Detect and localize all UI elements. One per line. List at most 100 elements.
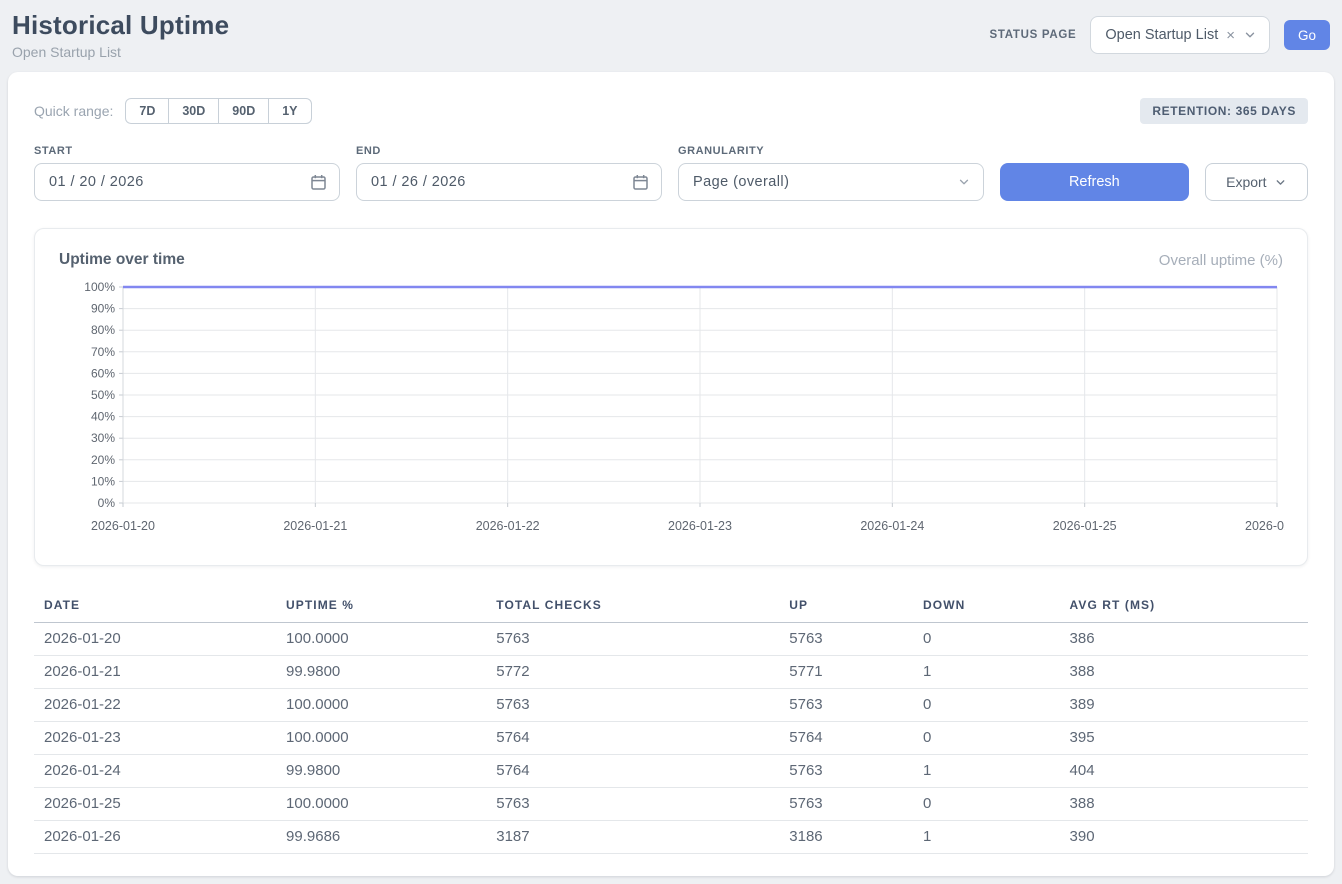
table-row: 2026-01-2499.9800576457631404 (34, 755, 1308, 788)
table-cell: 0 (913, 722, 1060, 755)
end-date-input[interactable]: 01 / 26 / 2026 (356, 163, 662, 201)
table-row: 2026-01-2699.9686318731861390 (34, 821, 1308, 854)
table-cell: 2026-01-25 (34, 788, 276, 821)
header-controls: STATUS PAGE Open Startup List × Go (990, 16, 1330, 54)
quick-range-group: Quick range: 7D 30D 90D 1Y (34, 98, 312, 124)
table-cell: 5763 (779, 788, 913, 821)
start-label: START (34, 145, 340, 157)
col-header-total-checks: TOTAL CHECKS (486, 590, 779, 623)
page-subtitle: Open Startup List (12, 44, 229, 60)
quick-range-row: Quick range: 7D 30D 90D 1Y RETENTION: 36… (34, 98, 1308, 124)
table-row: 2026-01-20100.0000576357630386 (34, 623, 1308, 656)
chevron-down-icon (1274, 176, 1287, 189)
y-tick-label: 80% (91, 323, 115, 337)
x-tick-label: 2026-01-23 (668, 519, 732, 533)
quick-range-7d-button[interactable]: 7D (125, 98, 169, 124)
y-tick-label: 20% (91, 453, 115, 467)
table-cell: 2026-01-23 (34, 722, 276, 755)
uptime-chart-card: Uptime over time Overall uptime (%) 0%10… (34, 228, 1308, 566)
x-tick-label: 2026-01-24 (860, 519, 924, 533)
y-tick-label: 30% (91, 431, 115, 445)
table-cell: 100.0000 (276, 689, 486, 722)
export-label: Export (1226, 174, 1266, 190)
page-title: Historical Uptime (12, 10, 229, 41)
clear-selection-icon[interactable]: × (1226, 28, 1235, 43)
table-row: 2026-01-25100.0000576357630388 (34, 788, 1308, 821)
y-tick-label: 40% (91, 410, 115, 424)
status-page-selected-value: Open Startup List (1105, 27, 1218, 43)
table-cell: 1 (913, 755, 1060, 788)
refresh-button[interactable]: Refresh (1000, 163, 1189, 201)
uptime-line-chart: 0%10%20%30%40%50%60%70%80%90%100%2026-01… (59, 277, 1285, 541)
y-tick-label: 60% (91, 366, 115, 380)
page-header: Historical Uptime Open Startup List STAT… (0, 0, 1342, 72)
start-date-field: START 01 / 20 / 2026 (34, 145, 340, 201)
x-tick-label: 2026-01-26 (1245, 519, 1285, 533)
granularity-select[interactable]: Page (overall) (678, 163, 984, 201)
chart-legend: Overall uptime (%) (1159, 252, 1283, 269)
table-cell: 5763 (486, 689, 779, 722)
quick-range-1y-button[interactable]: 1Y (268, 98, 311, 124)
chevron-down-icon (1243, 28, 1257, 42)
table-cell: 0 (913, 689, 1060, 722)
table-cell: 2026-01-22 (34, 689, 276, 722)
table-cell: 5763 (779, 623, 913, 656)
table-cell: 389 (1060, 689, 1308, 722)
table-cell: 99.9800 (276, 755, 486, 788)
x-tick-label: 2026-01-22 (476, 519, 540, 533)
table-cell: 5772 (486, 656, 779, 689)
table-cell: 100.0000 (276, 623, 486, 656)
y-tick-label: 100% (84, 280, 115, 294)
calendar-icon[interactable] (632, 174, 649, 191)
table-cell: 5771 (779, 656, 913, 689)
y-tick-label: 90% (91, 302, 115, 316)
end-date-field: END 01 / 26 / 2026 (356, 145, 662, 201)
col-header-uptime: UPTIME % (276, 590, 486, 623)
x-tick-label: 2026-01-21 (283, 519, 347, 533)
start-date-input[interactable]: 01 / 20 / 2026 (34, 163, 340, 201)
table-cell: 388 (1060, 656, 1308, 689)
export-button[interactable]: Export (1205, 163, 1308, 201)
table-cell: 5764 (779, 722, 913, 755)
historical-uptime-page: Historical Uptime Open Startup List STAT… (0, 0, 1342, 884)
table-body: 2026-01-20100.00005763576303862026-01-21… (34, 623, 1308, 854)
end-label: END (356, 145, 662, 157)
go-button[interactable]: Go (1284, 20, 1330, 50)
quick-range-buttons: 7D 30D 90D 1Y (125, 98, 311, 124)
table-cell: 395 (1060, 722, 1308, 755)
quick-range-90d-button[interactable]: 90D (218, 98, 269, 124)
table-cell: 1 (913, 821, 1060, 854)
start-date-value: 01 / 20 / 2026 (49, 174, 310, 190)
table-cell: 2026-01-24 (34, 755, 276, 788)
chart-body: 0%10%20%30%40%50%60%70%80%90%100%2026-01… (59, 277, 1283, 546)
y-tick-label: 70% (91, 345, 115, 359)
table-cell: 390 (1060, 821, 1308, 854)
calendar-icon[interactable] (310, 174, 327, 191)
quick-range-label: Quick range: (34, 103, 113, 119)
table-cell: 3187 (486, 821, 779, 854)
retention-badge: RETENTION: 365 DAYS (1140, 98, 1308, 124)
chevron-down-icon (957, 175, 971, 189)
col-header-date: DATE (34, 590, 276, 623)
granularity-selected-value: Page (overall) (693, 174, 957, 190)
table-cell: 5763 (779, 689, 913, 722)
main-card: Quick range: 7D 30D 90D 1Y RETENTION: 36… (8, 72, 1334, 876)
y-tick-label: 10% (91, 474, 115, 488)
granularity-field: GRANULARITY Page (overall) (678, 145, 984, 201)
x-tick-label: 2026-01-20 (91, 519, 155, 533)
header-titles: Historical Uptime Open Startup List (12, 10, 229, 60)
table-cell: 100.0000 (276, 722, 486, 755)
table-cell: 3186 (779, 821, 913, 854)
table-cell: 99.9800 (276, 656, 486, 689)
table-cell: 5764 (486, 755, 779, 788)
y-tick-label: 0% (98, 496, 116, 510)
uptime-table: DATE UPTIME % TOTAL CHECKS UP DOWN AVG R… (34, 590, 1308, 854)
table-cell: 5764 (486, 722, 779, 755)
status-page-select[interactable]: Open Startup List × (1090, 16, 1270, 54)
status-page-label: STATUS PAGE (990, 29, 1077, 41)
quick-range-30d-button[interactable]: 30D (168, 98, 219, 124)
end-date-value: 01 / 26 / 2026 (371, 174, 632, 190)
table-cell: 388 (1060, 788, 1308, 821)
col-header-up: UP (779, 590, 913, 623)
table-cell: 99.9686 (276, 821, 486, 854)
